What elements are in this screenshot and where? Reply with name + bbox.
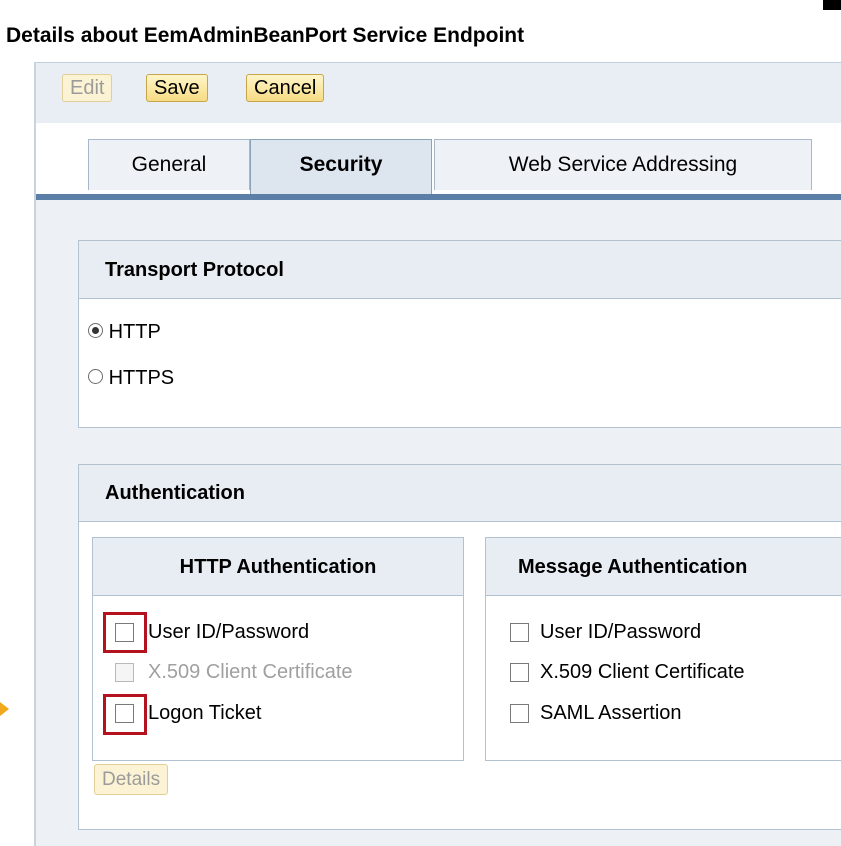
authentication-heading: Authentication xyxy=(79,465,841,522)
radio-http[interactable]: HTTP xyxy=(88,321,161,344)
message-authentication-group: Message Authentication xyxy=(485,537,841,761)
radio-http-label: HTTP xyxy=(108,321,161,343)
checkbox-http-user-id-password[interactable] xyxy=(115,623,134,642)
label-http-logon-ticket: Logon Ticket xyxy=(148,702,262,724)
checkbox-http-x509-certificate xyxy=(115,663,134,682)
radio-https-button[interactable] xyxy=(88,369,103,384)
checkbox-msg-user-id-password[interactable] xyxy=(510,623,529,642)
radio-https-label: HTTPS xyxy=(108,367,175,389)
details-button[interactable]: Details xyxy=(94,764,169,795)
page-title: Details about EemAdminBeanPort Service E… xyxy=(6,24,525,47)
radio-https[interactable]: HTTPS xyxy=(88,367,174,390)
label-msg-saml-assertion: SAML Assertion xyxy=(540,702,682,724)
tab-security[interactable]: Security xyxy=(250,139,432,195)
corner-mark xyxy=(823,0,841,10)
label-msg-user-id-password: User ID/Password xyxy=(540,621,702,643)
checkbox-msg-x509-certificate[interactable] xyxy=(510,663,529,682)
http-authentication-group: HTTP Authentication xyxy=(92,537,464,761)
checkbox-http-logon-ticket[interactable] xyxy=(115,704,134,723)
toolbar: Edit Save Cancel xyxy=(36,62,841,124)
save-button[interactable]: Save xyxy=(146,74,208,102)
cancel-button[interactable]: Cancel xyxy=(246,74,325,102)
transport-protocol-group: Transport Protocol xyxy=(78,240,841,428)
label-msg-x509-certificate: X.509 Client Certificate xyxy=(540,661,745,683)
radio-http-button[interactable] xyxy=(88,323,103,338)
edit-button[interactable]: Edit xyxy=(62,74,113,102)
checkbox-msg-saml-assertion[interactable] xyxy=(510,704,529,723)
label-http-user-id-password: User ID/Password xyxy=(148,621,310,643)
message-authentication-heading: Message Authentication xyxy=(486,538,841,596)
pointer-arrow-icon xyxy=(0,702,9,716)
label-http-x509-certificate: X.509 Client Certificate xyxy=(148,661,353,683)
transport-protocol-heading: Transport Protocol xyxy=(79,241,841,299)
http-authentication-heading: HTTP Authentication xyxy=(93,538,463,596)
tab-web-service-addressing[interactable]: Web Service Addressing xyxy=(434,139,812,190)
tab-general[interactable]: General xyxy=(88,139,250,190)
